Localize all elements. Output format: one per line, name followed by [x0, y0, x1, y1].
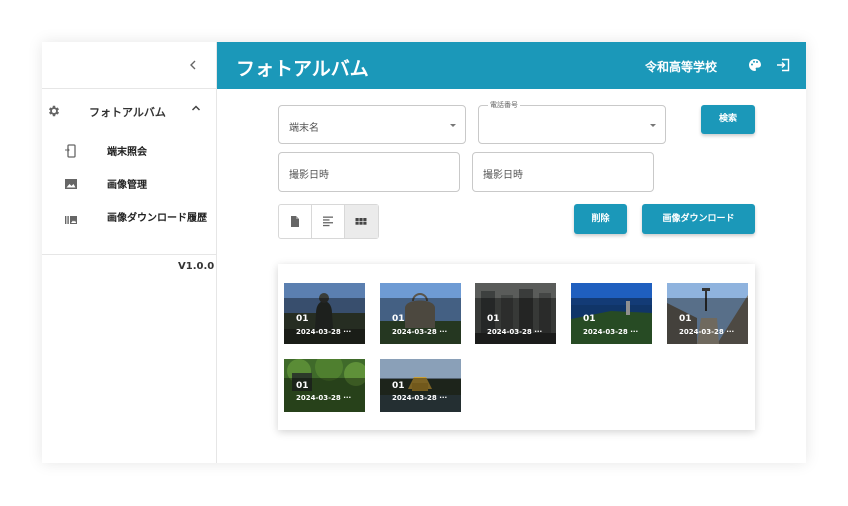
photo-date: 2024-03-28 ···: [487, 328, 543, 336]
sidebar-item-label: 画像管理: [107, 180, 147, 191]
photo-thumbnail[interactable]: 01 2024-03-28 ···: [571, 283, 652, 344]
sidebar-item-terminal-inquiry[interactable]: 端末照会: [42, 135, 216, 168]
sidebar-item-label: 画像ダウンロード履歴: [107, 213, 207, 224]
photo-date: 2024-03-28 ···: [679, 328, 735, 336]
photo-date: 2024-03-28 ···: [296, 394, 352, 402]
image-icon: [65, 179, 77, 189]
photo-thumbnail[interactable]: 01 2024-03-28 ···: [475, 283, 556, 344]
photo-number: 01: [392, 314, 405, 324]
photo-date: 2024-03-28 ···: [583, 328, 639, 336]
terminal-name-placeholder: 端末名: [289, 123, 319, 134]
sidebar-group-photo-album[interactable]: フォトアルバム: [42, 89, 216, 135]
photo-thumbnail[interactable]: 01 2024-03-28 ···: [284, 283, 365, 344]
photo-number: 01: [583, 314, 596, 324]
sidebar-group-label: フォトアルバム: [89, 106, 166, 119]
view-grid-toggle[interactable]: [345, 205, 378, 238]
chevron-left-icon[interactable]: [184, 56, 202, 74]
photo-thumbnail[interactable]: 01 2024-03-28 ···: [667, 283, 748, 344]
palette-icon[interactable]: [748, 58, 762, 72]
photo-number: 01: [296, 381, 309, 391]
text-list-icon: [323, 216, 333, 227]
view-toggle-group: [278, 204, 379, 239]
dropdown-arrow-icon: [650, 124, 656, 127]
sidebar-divider: [42, 254, 217, 255]
gear-icon: [48, 105, 60, 117]
view-list-toggle[interactable]: [312, 205, 345, 238]
photo-gallery: 01 2024-03-28 ··· 01 2024-03-28 ··· 01 2…: [278, 264, 755, 430]
chevron-up-icon[interactable]: [190, 102, 202, 114]
shooting-date-to-field[interactable]: 撮影日時: [472, 152, 654, 192]
sidebar-item-label: 端末照会: [107, 147, 147, 158]
photo-number: 01: [392, 381, 405, 391]
sidebar-item-download-history[interactable]: 画像ダウンロード履歴: [42, 201, 216, 243]
search-button[interactable]: 検索: [701, 105, 755, 134]
terminal-name-select[interactable]: 端末名: [278, 105, 466, 144]
photo-number: 01: [679, 314, 692, 324]
image-download-button[interactable]: 画像ダウンロード: [642, 204, 755, 234]
logout-icon[interactable]: [776, 58, 790, 72]
photo-thumbnail[interactable]: 01 2024-03-28 ···: [284, 359, 365, 412]
sidebar-item-image-management[interactable]: 画像管理: [42, 168, 216, 201]
sidebar: フォトアルバム 端末照会 画像管理 画像ダウンロード履歴 V1.0.0: [42, 42, 217, 463]
device-icon: [65, 144, 76, 158]
shooting-date-from-placeholder: 撮影日時: [289, 170, 329, 181]
dropdown-arrow-icon: [450, 124, 456, 127]
photo-date: 2024-03-28 ···: [296, 328, 352, 336]
photo-number: 01: [487, 314, 500, 324]
photo-library-icon: [65, 216, 77, 224]
school-name: 令和高等学校: [645, 60, 718, 74]
photo-date: 2024-03-28 ···: [392, 394, 448, 402]
file-icon: [291, 216, 299, 227]
page-title: フォトアルバム: [236, 58, 369, 80]
shooting-date-to-placeholder: 撮影日時: [483, 170, 523, 181]
photo-date: 2024-03-28 ···: [392, 328, 448, 336]
app-window: フォトアルバム 端末照会 画像管理 画像ダウンロード履歴 V1.0.0 フォトア…: [42, 42, 806, 463]
photo-number: 01: [296, 314, 309, 324]
grid-icon: [355, 218, 367, 225]
phone-number-select[interactable]: 電話番号: [478, 100, 666, 144]
app-header: フォトアルバム 令和高等学校: [217, 42, 806, 89]
delete-button[interactable]: 削除: [574, 204, 627, 234]
phone-number-label: 電話番号: [488, 100, 520, 110]
shooting-date-from-field[interactable]: 撮影日時: [278, 152, 460, 192]
photo-thumbnail[interactable]: 01 2024-03-28 ···: [380, 283, 461, 344]
version-label: V1.0.0: [178, 261, 215, 272]
view-file-toggle[interactable]: [279, 205, 312, 238]
photo-thumbnail[interactable]: 01 2024-03-28 ···: [380, 359, 461, 412]
sidebar-top: [42, 42, 216, 89]
